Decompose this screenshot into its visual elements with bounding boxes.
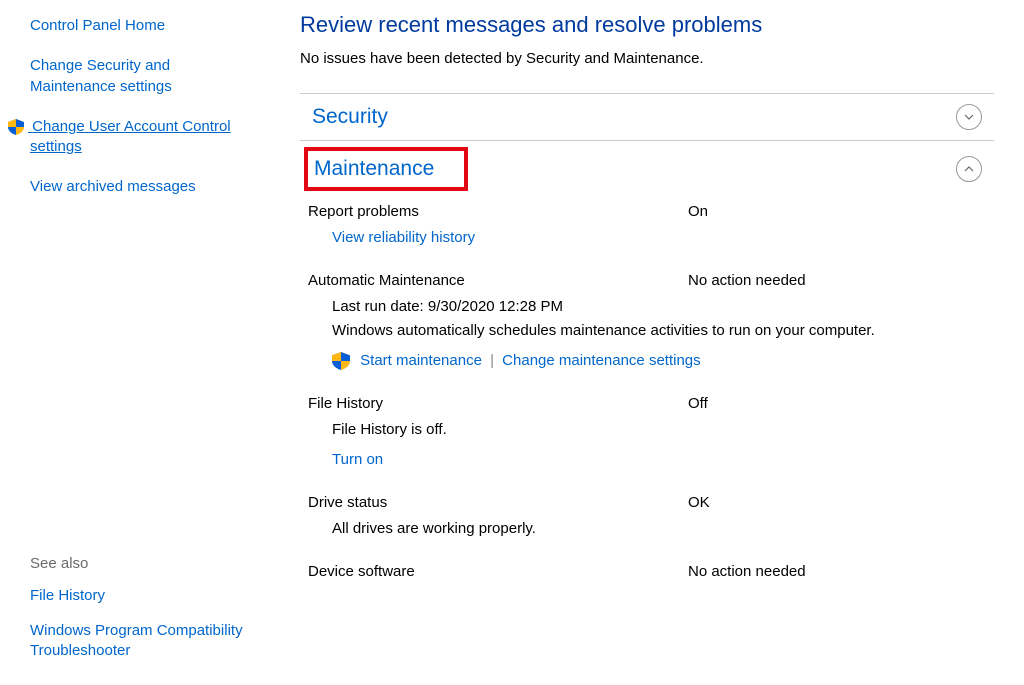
automatic-maintenance-item: Automatic Maintenance No action needed L… <box>300 266 994 379</box>
main-content: Review recent messages and resolve probl… <box>285 0 1024 685</box>
see-also-compat-troubleshooter[interactable]: Windows Program Compatibility Troublesho… <box>30 621 255 662</box>
separator: | <box>490 352 494 369</box>
see-also-section: See also File History Windows Program Co… <box>30 555 255 675</box>
chevron-up-icon <box>956 156 982 182</box>
see-also-heading: See also <box>30 555 255 572</box>
view-reliability-history-link[interactable]: View reliability history <box>332 229 475 246</box>
shield-icon <box>332 352 350 370</box>
maintenance-title: Maintenance <box>314 157 434 180</box>
file-history-desc: File History is off. <box>332 418 994 442</box>
change-maintenance-settings-link[interactable]: Change maintenance settings <box>502 352 700 369</box>
security-section: Security <box>300 93 994 141</box>
start-maintenance-link[interactable]: Start maintenance <box>360 352 482 369</box>
sidebar-control-panel-home[interactable]: Control Panel Home <box>30 16 255 36</box>
drive-status-desc: All drives are working properly. <box>332 517 994 541</box>
drive-status-label: Drive status <box>308 494 688 511</box>
report-problems-value: On <box>688 203 994 220</box>
device-software-value: No action needed <box>688 563 994 580</box>
sidebar-view-archived-messages[interactable]: View archived messages <box>30 177 255 197</box>
device-software-label: Device software <box>308 563 688 580</box>
status-text: No issues have been detected by Security… <box>300 50 994 67</box>
report-problems-label: Report problems <box>308 203 688 220</box>
device-software-item: Device software No action needed <box>300 557 994 586</box>
auto-maint-last-run: Last run date: 9/30/2020 12:28 PM <box>332 295 994 319</box>
auto-maint-desc: Windows automatically schedules maintena… <box>332 319 994 343</box>
report-problems-item: Report problems On View reliability hist… <box>300 197 994 256</box>
shield-icon <box>8 119 24 135</box>
file-history-item: File History Off File History is off. Tu… <box>300 389 994 478</box>
security-header[interactable]: Security <box>300 94 994 141</box>
chevron-down-icon <box>956 104 982 130</box>
auto-maint-value: No action needed <box>688 272 994 289</box>
drive-status-value: OK <box>688 494 994 511</box>
auto-maint-label: Automatic Maintenance <box>308 272 688 289</box>
sidebar-change-security-settings[interactable]: Change Security and Maintenance settings <box>30 56 255 97</box>
sidebar-change-uac-settings[interactable]: Change User Account Control settings <box>30 117 255 158</box>
file-history-label: File History <box>308 395 688 412</box>
maintenance-highlight: Maintenance <box>304 147 468 191</box>
file-history-value: Off <box>688 395 994 412</box>
security-title: Security <box>312 105 388 129</box>
see-also-file-history[interactable]: File History <box>30 586 255 606</box>
page-title: Review recent messages and resolve probl… <box>300 12 994 38</box>
sidebar-link-label: Change User Account Control settings <box>30 118 231 155</box>
file-history-turn-on-link[interactable]: Turn on <box>332 451 383 468</box>
maintenance-section: Maintenance Report problems On View reli… <box>300 141 994 586</box>
sidebar: Control Panel Home Change Security and M… <box>0 0 285 685</box>
drive-status-item: Drive status OK All drives are working p… <box>300 488 994 547</box>
maintenance-header[interactable]: Maintenance <box>300 141 994 197</box>
